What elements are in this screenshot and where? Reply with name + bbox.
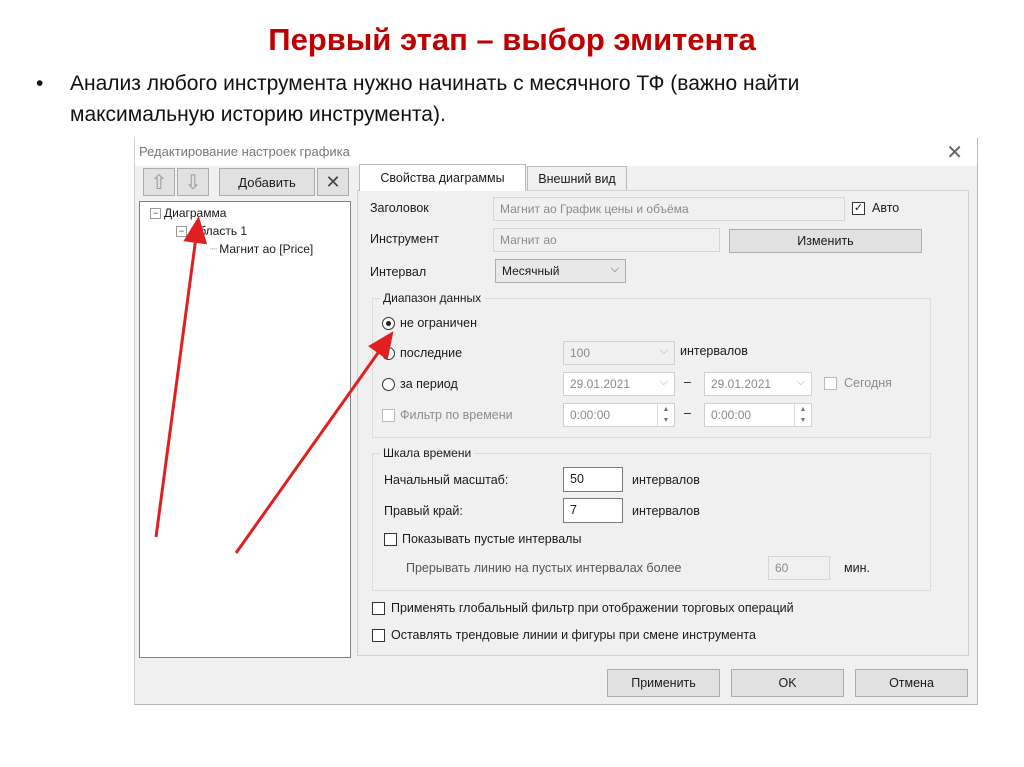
tab-appearance-label: Внешний вид <box>538 171 616 186</box>
tab-chart-properties[interactable]: Свойства диаграммы <box>359 164 526 191</box>
spin-control[interactable]: ▲ ▼ <box>657 404 674 426</box>
tab-chart-properties-label: Свойства диаграммы <box>380 171 505 185</box>
chart-elements-tree[interactable]: − Диаграмма − Область 1 ┈ Магнит ао [Pri… <box>139 201 351 658</box>
date-to-value: 29.01.2021 <box>711 377 772 391</box>
tree-node-area[interactable]: − Область 1 <box>176 224 247 238</box>
change-button-label: Изменить <box>797 234 854 248</box>
chevron-down-icon: ⌵ <box>796 376 805 388</box>
change-button[interactable]: Изменить <box>729 229 922 253</box>
properties-panel: Заголовок Магнит ао График цены и объёма… <box>357 190 969 656</box>
time-from-stepper[interactable]: 0:00:00 ▲ ▼ <box>563 403 675 427</box>
date-from-picker[interactable]: 29.01.2021 ⌵ <box>563 372 675 396</box>
arrow-up-icon: ⇧ <box>150 171 168 194</box>
date-range-dash: – <box>684 375 691 389</box>
add-button-label: Добавить <box>238 174 296 190</box>
date-from-value: 29.01.2021 <box>570 377 631 391</box>
bullet-dot: • <box>36 72 44 95</box>
title-field[interactable]: Магнит ао График цены и объёма <box>493 197 845 221</box>
apply-button-label: Применить <box>631 676 696 690</box>
title-label: Заголовок <box>370 201 429 215</box>
break-line-input[interactable]: 60 <box>768 556 830 580</box>
ok-button[interactable]: OK <box>731 669 844 697</box>
right-edge-label: Правый край: <box>384 504 463 518</box>
initial-scale-input[interactable]: 50 <box>563 467 623 492</box>
apply-button[interactable]: Применить <box>607 669 720 697</box>
instrument-field[interactable]: Магнит ао <box>493 228 720 252</box>
close-icon[interactable]: ✕ <box>946 140 963 165</box>
data-range-group-title: Диапазон данных <box>380 291 485 305</box>
move-up-button[interactable]: ⇧ <box>143 168 175 196</box>
spin-up-icon[interactable]: ▲ <box>663 406 670 413</box>
tab-appearance[interactable]: Внешний вид <box>527 166 627 190</box>
slide-title: Первый этап – выбор эмитента <box>268 22 756 57</box>
keep-trend-checkbox[interactable] <box>372 629 385 642</box>
radio-last[interactable] <box>382 347 395 360</box>
collapse-icon[interactable]: − <box>150 207 161 219</box>
interval-select-value: Месячный <box>502 264 560 278</box>
delete-icon: ✕ <box>325 171 341 192</box>
chevron-down-icon: ⌵ <box>659 376 668 388</box>
radio-unlimited[interactable] <box>382 317 395 330</box>
bullet-text: Анализ любого инструмента нужно начинать… <box>70 72 800 126</box>
cancel-button-label: Отмена <box>889 676 934 690</box>
last-count-select[interactable]: 100 ⌵ <box>563 341 675 365</box>
auto-checkbox[interactable]: ✓ <box>852 202 865 215</box>
tree-node-diagram-label: Диаграмма <box>164 206 227 220</box>
time-scale-group-title: Шкала времени <box>380 446 475 460</box>
time-filter-label: Фильтр по времени <box>400 408 513 422</box>
cancel-button[interactable]: Отмена <box>855 669 968 697</box>
date-to-picker[interactable]: 29.01.2021 ⌵ <box>704 372 812 396</box>
dialog-titlebar: Редактирование настроек графика ✕ <box>135 138 977 166</box>
break-line-unit: мин. <box>844 561 870 575</box>
interval-select[interactable]: Месячный ⌵ <box>495 259 626 283</box>
radio-period[interactable] <box>382 378 395 391</box>
chevron-down-icon: ⌵ <box>659 345 668 357</box>
global-filter-checkbox[interactable] <box>372 602 385 615</box>
tree-connector: ┈ <box>210 242 218 256</box>
break-line-label: Прерывать линию на пустых интервалах бол… <box>406 561 682 575</box>
tree-node-instrument[interactable]: ┈ Магнит ао [Price] <box>210 242 313 256</box>
time-to-stepper[interactable]: 0:00:00 ▲ ▼ <box>704 403 812 427</box>
radio-unlimited-label: не ограничен <box>400 316 477 330</box>
instrument-label: Инструмент <box>370 232 439 246</box>
today-checkbox[interactable] <box>824 377 837 390</box>
spin-control[interactable]: ▲ ▼ <box>794 404 811 426</box>
spin-down-icon[interactable]: ▼ <box>800 417 807 424</box>
dialog-title: Редактирование настроек графика <box>139 144 350 159</box>
time-to-value: 0:00:00 <box>711 408 752 422</box>
last-count-value: 100 <box>570 346 591 360</box>
spin-up-icon[interactable]: ▲ <box>800 406 807 413</box>
right-edge-unit: интервалов <box>632 504 700 518</box>
tree-node-diagram[interactable]: − Диаграмма <box>150 206 226 220</box>
today-label: Сегодня <box>844 376 892 390</box>
tree-node-instrument-label: Магнит ао [Price] <box>219 242 314 256</box>
chart-settings-dialog: Редактирование настроек графика ✕ ⇧ ⇩ До… <box>134 138 978 705</box>
time-filter-checkbox[interactable] <box>382 409 395 422</box>
ok-button-label: OK <box>778 676 797 690</box>
tree-node-area-label: Область 1 <box>190 224 248 238</box>
auto-label: Авто <box>872 201 900 215</box>
right-edge-input[interactable]: 7 <box>563 498 623 523</box>
show-empty-checkbox[interactable] <box>384 533 397 546</box>
time-range-dash: – <box>684 406 691 420</box>
initial-scale-unit: интервалов <box>632 473 700 487</box>
global-filter-label: Применять глобальный фильтр при отображе… <box>391 601 794 615</box>
interval-label: Интервал <box>370 265 427 279</box>
initial-scale-label: Начальный масштаб: <box>384 473 509 487</box>
keep-trend-label: Оставлять трендовые линии и фигуры при с… <box>391 628 756 642</box>
add-button[interactable]: Добавить <box>219 168 315 196</box>
radio-period-label: за период <box>400 377 458 391</box>
delete-button[interactable]: ✕ <box>317 168 349 196</box>
move-down-button[interactable]: ⇩ <box>177 168 209 196</box>
last-intervals-label: интервалов <box>680 344 748 358</box>
radio-last-label: последние <box>400 346 463 360</box>
collapse-icon[interactable]: − <box>176 225 187 237</box>
chevron-down-icon: ⌵ <box>610 263 619 275</box>
time-from-value: 0:00:00 <box>570 408 611 422</box>
arrow-down-icon: ⇩ <box>184 171 202 194</box>
spin-down-icon[interactable]: ▼ <box>663 417 670 424</box>
show-empty-label: Показывать пустые интервалы <box>402 532 582 546</box>
